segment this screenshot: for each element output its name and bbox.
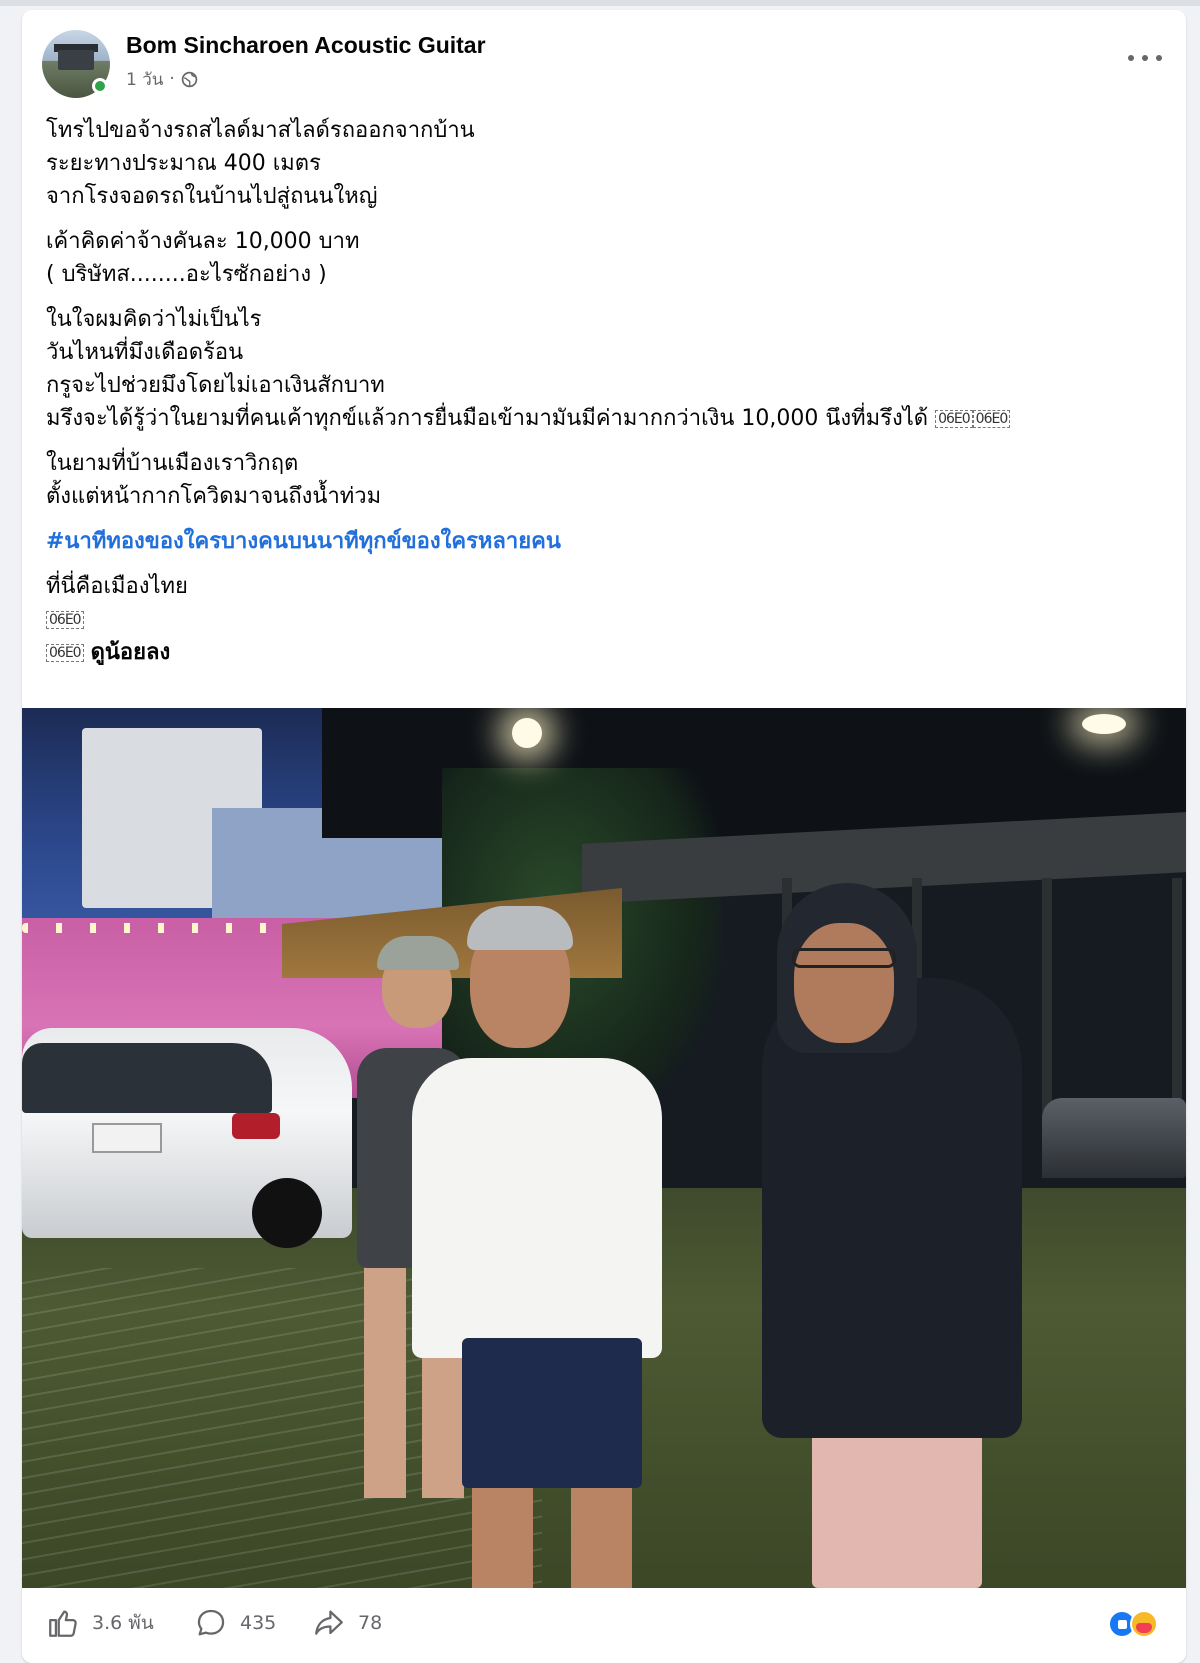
emoji-placeholder: 06E0 bbox=[46, 611, 84, 629]
text-line: ( บริษัทส........อะไรซักอย่าง ) bbox=[46, 262, 327, 287]
paragraph-1: โทรไปขอจ้างรถสไลด์มาสไลด์รถออกจากบ้าน ระ… bbox=[46, 114, 1156, 213]
avatar-house bbox=[58, 50, 94, 70]
hashtag-paragraph: #นาทีทองของใครบางคนบนนาทีทุกข์ของใครหลาย… bbox=[46, 525, 1156, 558]
text-line: วันไหนที่มึงเดือดร้อน bbox=[46, 340, 244, 365]
text-line: จากโรงจอดรถในบ้านไปสู่ถนนใหญ่ bbox=[46, 184, 378, 209]
care-reaction-icon bbox=[1130, 1610, 1158, 1638]
more-dot bbox=[1128, 55, 1134, 61]
photo-car-wheel bbox=[252, 1178, 322, 1248]
text-line: กรูจะไปช่วยมึงโดยไม่เอาเงินสักบาท bbox=[46, 373, 385, 398]
text-line: เค้าคิดค่าจ้างคันละ 10,000 บาท bbox=[46, 229, 360, 254]
action-bar: 3.6 พัน 435 78 bbox=[22, 1588, 1186, 1663]
text-line: ระยะทางประมาณ 400 เมตร bbox=[46, 151, 321, 176]
photo-car-plate bbox=[92, 1123, 162, 1153]
online-status-icon bbox=[92, 78, 108, 94]
photo-person-left-cap bbox=[377, 936, 459, 970]
text-line: ในยามที่บ้านเมืองเราวิกฤต bbox=[46, 451, 299, 476]
post-card: Bom Sincharoen Acoustic Guitar 1 วัน · โ… bbox=[22, 10, 1186, 1663]
comment-icon bbox=[197, 1609, 225, 1636]
share-button[interactable]: 78 bbox=[312, 1606, 382, 1640]
comment-count: 435 bbox=[240, 1612, 277, 1634]
photo-dark-car bbox=[1042, 1098, 1186, 1178]
reactions-summary[interactable] bbox=[1108, 1610, 1168, 1640]
more-icon[interactable] bbox=[1128, 50, 1162, 66]
photo-person-right-shorts bbox=[812, 1433, 982, 1588]
closing-text: ที่นี่คือเมืองไทย bbox=[46, 574, 188, 599]
like-count: 3.6 พัน bbox=[92, 1612, 154, 1634]
closing-paragraph: ที่นี่คือเมืองไทย 06E0 06E0 ดูน้อยลง bbox=[46, 570, 1156, 669]
emoji-placeholder: 06E0 bbox=[935, 410, 973, 428]
text-line: โทรไปขอจ้างรถสไลด์มาสไลด์รถออกจากบ้าน bbox=[46, 118, 475, 143]
text-line-with-emoji: มรึงจะได้รู้ว่าในยามที่คนเค้าทุกข์แล้วกา… bbox=[46, 402, 1156, 435]
photo-person-center-hair bbox=[467, 906, 573, 950]
emoji-line: 06E0 bbox=[46, 603, 1156, 636]
photo-lamp bbox=[1082, 714, 1126, 734]
photo-car-taillight bbox=[232, 1113, 280, 1139]
paragraph-2: เค้าคิดค่าจ้างคันละ 10,000 บาท ( บริษัทส… bbox=[46, 225, 1156, 291]
top-bar bbox=[0, 0, 1200, 6]
text-line: ในใจผมคิดว่าไม่เป็นไร bbox=[46, 307, 262, 332]
photo-person-center-legs bbox=[472, 1483, 632, 1588]
text-line: มรึงจะได้รู้ว่าในยามที่คนเค้าทุกข์แล้วกา… bbox=[46, 406, 929, 431]
post-meta: 1 วัน · bbox=[126, 68, 198, 90]
emoji-placeholder: 06E0 bbox=[46, 644, 84, 662]
like-button[interactable]: 3.6 พัน bbox=[46, 1606, 154, 1640]
photo-lamp bbox=[512, 718, 542, 748]
photo-person-right-face bbox=[794, 923, 894, 1043]
meta-separator: · bbox=[169, 69, 175, 89]
globe-icon bbox=[181, 71, 198, 87]
see-less-line: 06E0 ดูน้อยลง bbox=[46, 636, 1156, 669]
see-less-button[interactable]: ดูน้อยลง bbox=[91, 640, 171, 665]
post-photo[interactable] bbox=[22, 708, 1186, 1588]
emoji-placeholder: 06E0 bbox=[972, 410, 1011, 428]
photo-person-center-shorts bbox=[462, 1338, 642, 1488]
post-time[interactable]: 1 วัน bbox=[126, 66, 163, 93]
photo-car-window bbox=[22, 1043, 272, 1113]
author-name[interactable]: Bom Sincharoen Acoustic Guitar bbox=[126, 32, 486, 59]
post-header: Bom Sincharoen Acoustic Guitar 1 วัน · bbox=[22, 10, 1186, 102]
photo-person-center bbox=[412, 1058, 662, 1358]
comment-button[interactable]: 435 bbox=[194, 1606, 276, 1640]
photo-person-right-glasses bbox=[792, 948, 896, 968]
paragraph-3: ในใจผมคิดว่าไม่เป็นไร วันไหนที่มึงเดือดร… bbox=[46, 303, 1156, 435]
share-icon bbox=[315, 1610, 343, 1635]
hashtag-link[interactable]: #นาทีทองของใครบางคนบนนาทีทุกข์ของใครหลาย… bbox=[46, 525, 1156, 558]
post-body: โทรไปขอจ้างรถสไลด์มาสไลด์รถออกจากบ้าน ระ… bbox=[46, 114, 1156, 681]
share-count: 78 bbox=[358, 1612, 383, 1634]
more-dot bbox=[1156, 55, 1162, 61]
text-line: ตั้งแต่หน้ากากโควิดมาจนถึงน้ำท่วม bbox=[46, 484, 382, 509]
more-dot bbox=[1142, 55, 1148, 61]
thumbs-up-icon bbox=[49, 1610, 77, 1637]
paragraph-4: ในยามที่บ้านเมืองเราวิกฤต ตั้งแต่หน้ากาก… bbox=[46, 447, 1156, 513]
